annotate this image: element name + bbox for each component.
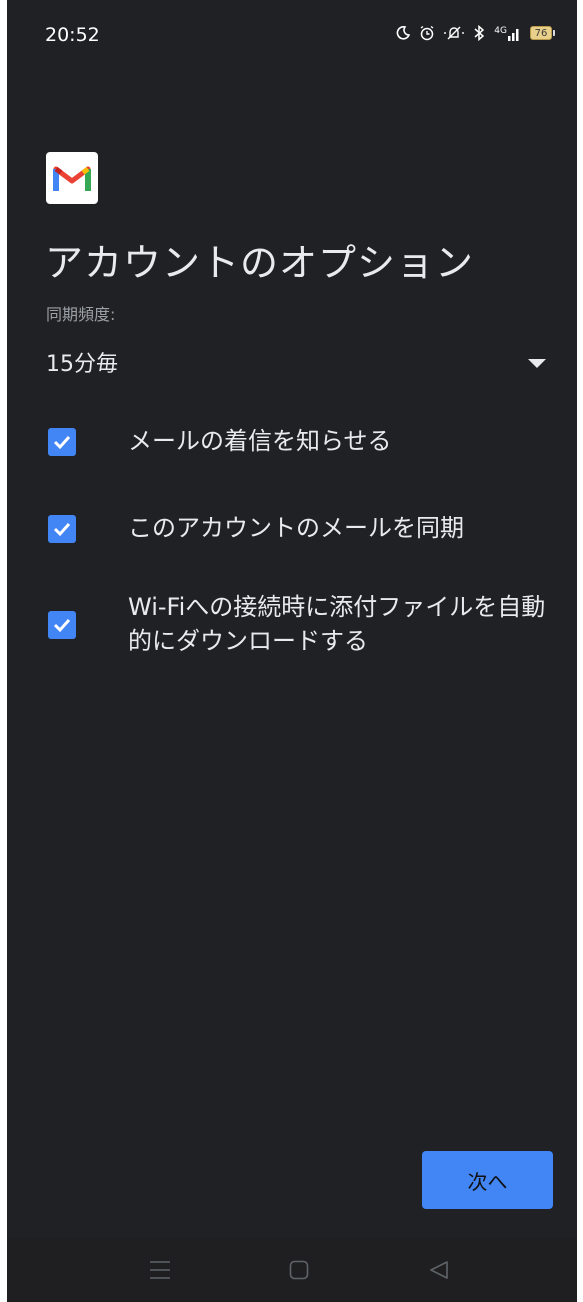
checkbox-sync-mail[interactable]: [48, 515, 76, 543]
gmail-logo: [46, 152, 98, 204]
sync-frequency-dropdown[interactable]: 15分毎: [46, 336, 546, 386]
checkbox-new-mail-notify[interactable]: [48, 428, 76, 456]
option-wifi-attachments[interactable]: Wi-Fiへの接続時に添付ファイルを自動的にダウンロードする: [46, 590, 566, 664]
mute-icon: [444, 25, 464, 41]
battery-tip: [553, 30, 555, 36]
alarm-icon: [419, 25, 435, 41]
screen: 20:52 4G 76 アカウントのオプション 同期頻度: 15分毎 メールの着…: [7, 0, 577, 1302]
network-label: 4G: [494, 26, 507, 36]
status-icons: 4G 76: [396, 25, 555, 41]
option-sync-mail[interactable]: このアカウントのメールを同期: [46, 511, 566, 551]
home-icon[interactable]: [289, 1260, 309, 1284]
checkbox-wifi-attachments[interactable]: [48, 611, 76, 639]
option-new-mail-notify[interactable]: メールの着信を知らせる: [46, 424, 566, 464]
battery-level: 76: [530, 26, 552, 40]
bluetooth-icon: [473, 25, 485, 41]
option-label: メールの着信を知らせる: [128, 427, 392, 455]
battery-icon: 76: [530, 26, 555, 40]
moon-icon: [396, 26, 411, 40]
navigation-bar: [7, 1238, 577, 1302]
page-title: アカウントのオプション: [45, 241, 475, 285]
dropdown-arrow-icon: [528, 354, 546, 373]
sync-frequency-value: 15分毎: [46, 352, 118, 377]
sync-frequency-label: 同期頻度:: [46, 305, 116, 324]
signal-icon: 4G: [494, 25, 521, 41]
option-label: このアカウントのメールを同期: [128, 514, 464, 542]
status-bar: 20:52 4G 76: [7, 0, 577, 72]
next-button[interactable]: 次へ: [422, 1151, 553, 1209]
status-time: 20:52: [45, 24, 100, 46]
option-label: Wi-Fiへの接続時に添付ファイルを自動的にダウンロードする: [128, 593, 546, 655]
back-icon[interactable]: [429, 1260, 449, 1284]
menu-icon[interactable]: [149, 1260, 171, 1284]
